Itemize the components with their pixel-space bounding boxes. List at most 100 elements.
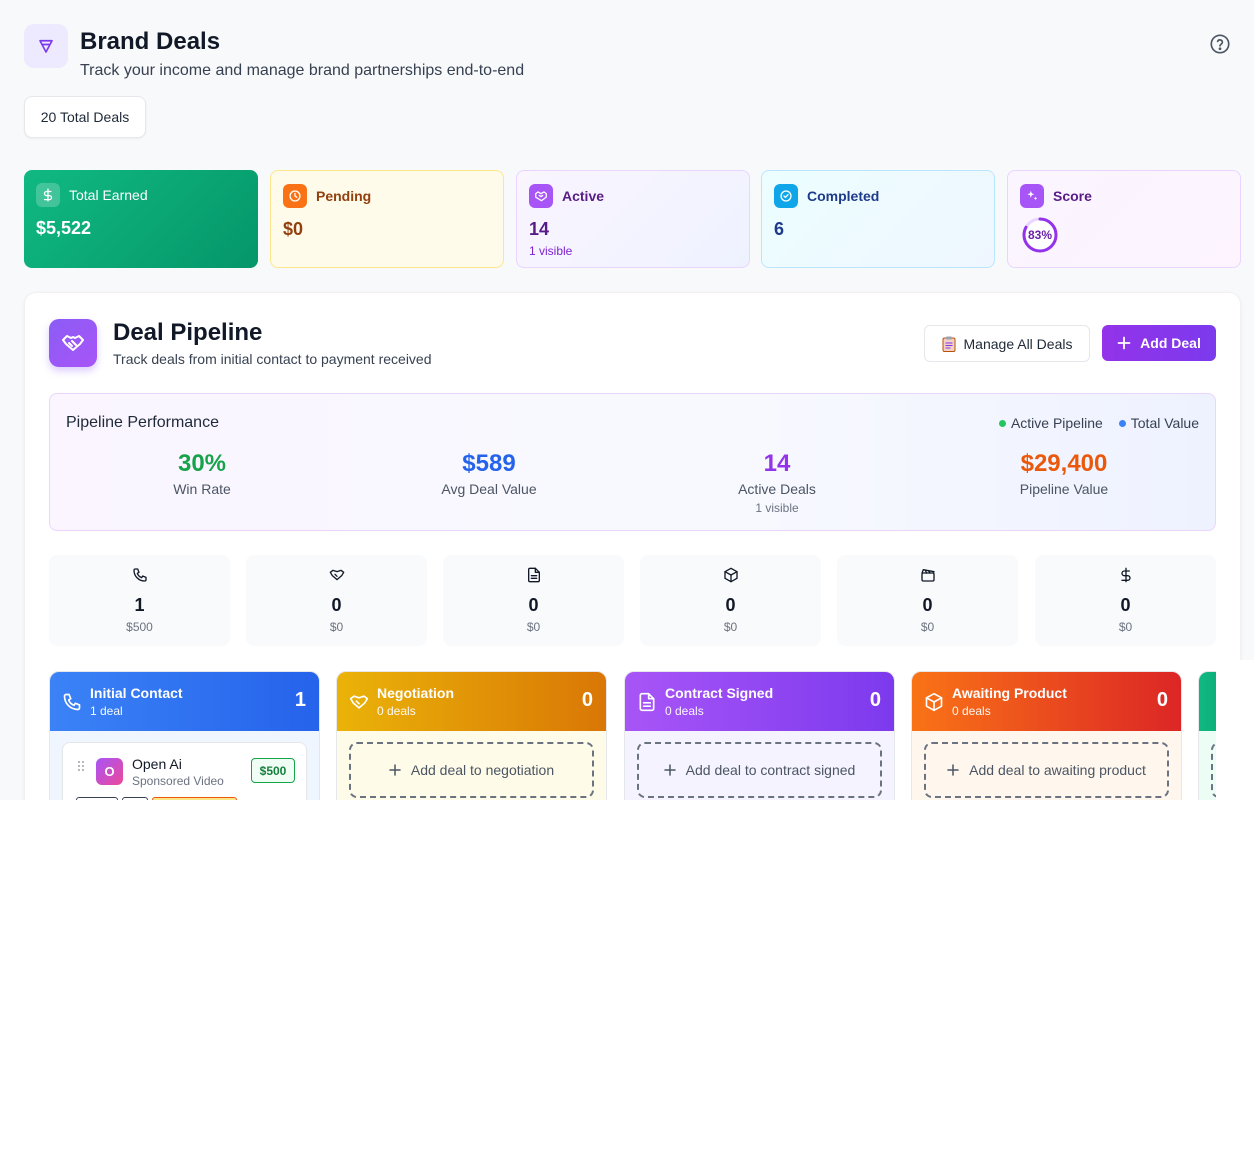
handshake-icon	[349, 694, 369, 709]
deal-type: Sponsored Video	[132, 774, 224, 788]
score-ring: 83%	[1022, 217, 1058, 253]
performance-legend: Active Pipeline Total Value	[998, 415, 1199, 431]
metric-value: $29,400	[1020, 450, 1108, 477]
column-deal-count: 0 deals	[377, 704, 416, 718]
clock-icon	[283, 184, 307, 208]
drag-handle-icon[interactable]	[77, 760, 85, 774]
add-deal-slot-label: Add deal to negotiation	[410, 762, 555, 778]
stage-count: 1	[134, 595, 145, 615]
document-icon	[639, 692, 655, 711]
metric-pipeline-value: $29,400 Pipeline Value	[924, 450, 1204, 497]
stage-tile-negotiation[interactable]: 0 $0	[246, 555, 427, 646]
add-deal-label: Add Deal	[1140, 335, 1201, 351]
metric-active-deals: 14 Active Deals 1 visible	[637, 450, 917, 515]
column-body: O Open Ai Sponsored Video $500	[50, 731, 319, 800]
stage-count: 0	[1120, 595, 1131, 615]
score-label: Score	[1053, 188, 1092, 204]
clapperboard-icon	[920, 569, 935, 582]
column-count: 0	[581, 689, 593, 711]
metric-value: 30%	[177, 450, 227, 477]
add-deal-slot-label: Add deal to awaiting product	[969, 762, 1146, 778]
column-name: Awaiting Product	[952, 685, 1067, 701]
column-name: Contract Signed	[665, 685, 774, 701]
board-scroll-edge	[1216, 660, 1254, 800]
handshake-icon	[529, 184, 553, 208]
stage-count: 0	[922, 595, 933, 615]
dollar-icon	[1120, 567, 1131, 583]
page-subtitle: Track your income and manage brand partn…	[80, 62, 525, 79]
stage-value: $0	[526, 620, 541, 634]
help-icon[interactable]	[1209, 33, 1231, 55]
metric-label: Avg Deal Value	[441, 481, 537, 497]
score-card: Score 83%	[1007, 170, 1241, 268]
column-name: Initial Contact	[90, 685, 183, 701]
stage-tile-content-creation[interactable]: 0 $0	[837, 555, 1018, 646]
total-deals-badge[interactable]: 20 Total Deals	[24, 96, 146, 138]
stage-tile-payment-received[interactable]: 0 $0	[1035, 555, 1216, 646]
document-icon	[527, 567, 540, 583]
column-header: Awaiting Product 0 deals 0	[912, 672, 1181, 731]
completed-label: Completed	[807, 188, 880, 204]
legend-dot	[998, 419, 1006, 427]
active-note: 1 visible	[529, 244, 573, 258]
completed-card: Completed 6	[761, 170, 995, 268]
pipeline-subtitle: Track deals from initial contact to paym…	[113, 351, 432, 367]
total-earned-card: Total Earned $5,522	[24, 170, 258, 268]
column-deal-count: 0 deals	[665, 704, 704, 718]
plus-icon	[947, 764, 959, 776]
metric-avg-deal-value: $589 Avg Deal Value	[349, 450, 629, 497]
metric-label: Active Deals	[738, 481, 816, 497]
active-card: Active 14 1 visible	[516, 170, 750, 268]
stage-tile-contract-signed[interactable]: 0 $0	[443, 555, 624, 646]
deal-tag	[76, 797, 118, 800]
deal-brand-name: Open Ai	[132, 756, 182, 772]
column-header: Initial Contact 1 deal 1	[50, 672, 319, 731]
active-label: Active	[562, 188, 605, 204]
legend-active-pipeline: Active Pipeline	[998, 415, 1103, 431]
add-deal-slot[interactable]: Add deal to contract signed	[637, 742, 882, 798]
add-deal-slot-label: Add deal to contract signed	[685, 762, 856, 778]
column-contract-signed: Contract Signed 0 deals 0 Add deal to co…	[624, 671, 895, 800]
page: Brand Deals Track your income and manage…	[0, 0, 1254, 800]
column-count: 0	[869, 689, 881, 711]
column-body: Add deal to awaiting product	[912, 731, 1181, 800]
pipeline-title: Deal Pipeline	[113, 319, 263, 346]
check-circle-icon	[774, 184, 798, 208]
stage-value: $500	[126, 620, 153, 634]
sparkles-icon	[1020, 184, 1044, 208]
active-value: 14	[529, 219, 550, 239]
dollar-icon	[36, 183, 60, 207]
add-deal-button[interactable]: Add Deal	[1102, 325, 1216, 361]
pending-card: Pending $0	[270, 170, 504, 268]
pipeline-performance: Pipeline Performance Active Pipeline Tot…	[49, 393, 1216, 531]
deal-card[interactable]: O Open Ai Sponsored Video $500	[62, 742, 307, 800]
column-initial-contact: Initial Contact 1 deal 1 O Open Ai Spons…	[49, 671, 320, 800]
stage-value: $0	[329, 620, 344, 634]
legend-label: Total Value	[1130, 415, 1199, 431]
deal-amount-badge: $500	[251, 758, 295, 783]
stage-tile-awaiting-product[interactable]: 0 $0	[640, 555, 821, 646]
stage-value: $0	[1118, 620, 1133, 634]
add-deal-slot[interactable]: Add deal to negotiation	[349, 742, 594, 798]
stage-count: 0	[725, 595, 736, 615]
deal-tag	[122, 797, 148, 800]
add-deal-slot[interactable]: Add deal to awaiting product	[924, 742, 1169, 798]
metric-note: 1 visible	[755, 501, 799, 515]
deal-tag	[152, 797, 237, 800]
stage-tile-initial-contact[interactable]: 1 $500	[49, 555, 230, 646]
plus-icon	[663, 764, 676, 776]
plus-icon	[389, 764, 401, 776]
manage-all-deals-button[interactable]: Manage All Deals	[924, 325, 1090, 362]
column-header: Contract Signed 0 deals 0	[625, 672, 894, 731]
performance-title: Pipeline Performance	[66, 414, 219, 431]
column-deal-count: 1 deal	[90, 704, 123, 718]
pending-label: Pending	[316, 188, 372, 204]
page-title: Brand Deals	[80, 28, 221, 55]
column-count: 0	[1156, 689, 1168, 711]
completed-value: 6	[774, 219, 785, 239]
phone-icon	[132, 568, 147, 582]
column-name: Negotiation	[377, 685, 454, 701]
column-header: Negotiation 0 deals 0	[337, 672, 606, 731]
column-count: 1	[294, 689, 306, 711]
legend-dot	[1118, 419, 1126, 427]
